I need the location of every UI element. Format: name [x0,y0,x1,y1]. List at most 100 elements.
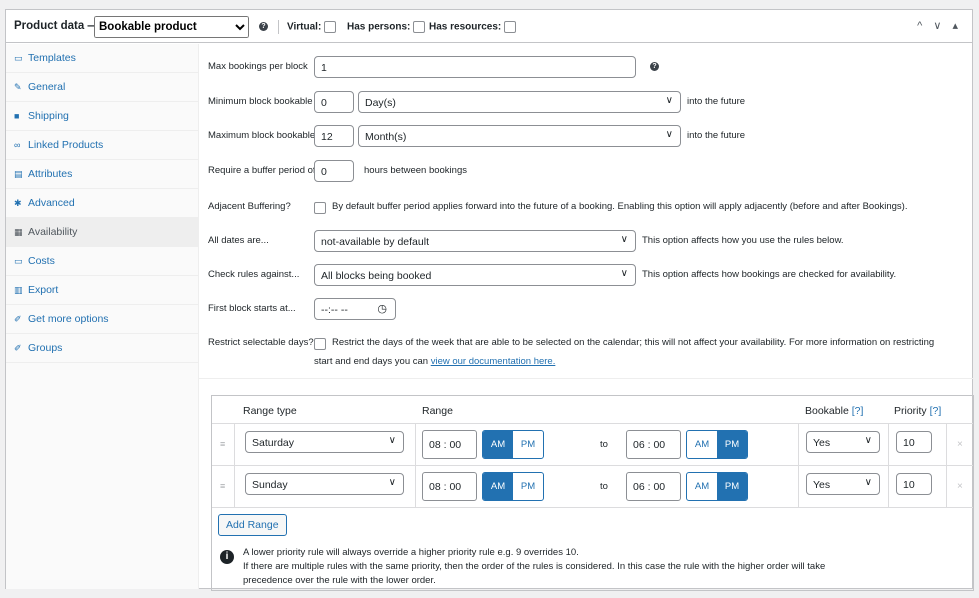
am-button[interactable]: AM [483,473,513,500]
bookable-select[interactable]: Yes ∨ [806,473,880,495]
max-block-label: Maximum block bookable [208,130,316,141]
max-bookings-input[interactable]: 1 [314,56,636,78]
wrench-icon: ✎ [14,82,22,92]
product-data-panel: Product data — Bookable product ? Virtua… [5,9,974,591]
range-type-select[interactable]: Sunday ∨ [245,473,404,495]
template-icon: ▭ [14,53,23,63]
tab-general[interactable]: ✎ General [6,73,198,102]
has-resources-checkbox[interactable] [504,21,517,33]
delete-row-icon[interactable]: × [957,439,963,450]
calendar-icon: ▦ [14,227,23,237]
truck-icon: ■ [14,111,20,121]
range-type-select[interactable]: Saturday ∨ [245,431,404,453]
bookable-select[interactable]: Yes ∨ [806,431,880,453]
to-label: to [600,439,608,450]
buffer-input[interactable]: 0 [314,160,354,182]
to-time-input[interactable]: 06 : 00 [626,472,681,501]
tab-availability[interactable]: ▦ Availability [6,218,198,247]
priority-input[interactable]: 10 [896,473,932,495]
check-rules-desc: This option affects how bookings are che… [642,269,897,280]
delete-row-icon[interactable]: × [957,481,963,492]
has-resources-option[interactable]: Has resources: [429,21,517,33]
info-icon: i [220,550,234,564]
has-persons-checkbox[interactable] [413,21,426,33]
help-icon[interactable]: ? [650,60,659,71]
restrict-days-checkbox[interactable] [314,338,326,350]
divider [234,424,235,466]
virtual-option[interactable]: Virtual: [287,21,337,33]
panel-title: Product data — [14,20,99,32]
divider [946,424,947,466]
from-time-input[interactable]: 08 : 00 [422,472,477,501]
first-block-label: First block starts at... [208,303,296,314]
product-data-tabs: ▭ Templates ✎ General ■ Shipping ∞ Linked Pr… [6,44,199,589]
tab-shipping[interactable]: ■ Shipping [6,102,198,131]
from-time-input[interactable]: 08 : 00 [422,430,477,459]
availability-panel: Max bookings per block 1 ? Minimum block… [199,44,974,591]
tab-advanced[interactable]: ✱ Advanced [6,189,198,218]
tab-attributes[interactable]: ▤ Attributes [6,160,198,189]
check-rules-select[interactable]: All blocks being booked ∨ [314,264,636,286]
documentation-link[interactable]: view our documentation here. [431,356,556,367]
divider [798,424,799,466]
to-time-input[interactable]: 06 : 00 [626,430,681,459]
priority-help-link[interactable]: [?] [930,405,942,417]
restrict-days-label: Restrict selectable days? [208,337,314,348]
to-label: to [600,481,608,492]
am-button[interactable]: AM [687,431,717,458]
priority-info: i A lower priority rule will always over… [218,546,958,588]
divider [946,466,947,508]
check-rules-label: Check rules against... [208,269,300,280]
min-block-label: Minimum block bookable [208,96,313,107]
chevron-down-icon: ∨ [864,435,872,446]
chevron-down-icon: ∨ [665,129,673,140]
from-ampm-toggle[interactable]: AM PM [482,430,544,459]
tab-templates[interactable]: ▭ Templates [6,44,198,73]
pm-button[interactable]: PM [717,473,747,500]
plug-icon: ✐ [14,314,22,324]
max-bookings-label: Max bookings per block [208,61,308,72]
from-ampm-toggle[interactable]: AM PM [482,472,544,501]
max-block-unit-select[interactable]: Month(s) ∨ [358,125,681,147]
availability-rules-table: Range type Range Bookable [?] Priority [… [211,395,974,591]
min-block-unit-select[interactable]: Day(s) ∨ [358,91,681,113]
am-button[interactable]: AM [687,473,717,500]
range-header: Range [422,405,453,417]
add-range-button[interactable]: Add Range [218,514,287,536]
min-block-input[interactable]: 0 [314,91,354,113]
first-block-time-input[interactable]: --:-- -- ◷ [314,298,396,320]
virtual-checkbox[interactable] [324,21,337,33]
to-ampm-toggle[interactable]: AM PM [686,472,748,501]
divider [415,466,416,508]
gear-icon: ✱ [14,198,22,208]
adjacent-buffering-checkbox[interactable] [314,202,326,214]
to-ampm-toggle[interactable]: AM PM [686,430,748,459]
drag-handle-icon[interactable]: ≡ [220,439,225,449]
pm-button[interactable]: PM [717,431,747,458]
product-type-select[interactable]: Bookable product [94,16,249,38]
has-persons-option[interactable]: Has persons: [347,21,426,33]
pm-button[interactable]: PM [513,431,543,458]
product-data-header: Product data — Bookable product ? Virtua… [6,10,972,43]
clock-icon: ◷ [377,303,387,315]
tab-get-more-options[interactable]: ✐ Get more options [6,305,198,334]
divider [212,507,973,508]
pm-button[interactable]: PM [513,473,543,500]
into-future-text: into the future [687,130,746,141]
drag-handle-icon[interactable]: ≡ [220,481,225,491]
max-block-input[interactable]: 12 [314,125,354,147]
link-icon: ∞ [14,140,21,150]
tab-costs[interactable]: ▭ Costs [6,247,198,276]
bookable-help-link[interactable]: [?] [852,405,864,417]
panel-toggle-arrows[interactable]: ^ ∨ ▴ [917,19,962,32]
help-icon[interactable]: ? [259,20,268,31]
priority-input[interactable]: 10 [896,431,932,453]
all-dates-select[interactable]: not-available by default ∨ [314,230,636,252]
list-icon: ▤ [14,169,23,179]
tab-export[interactable]: ▥ Export [6,276,198,305]
divider [798,466,799,508]
buffer-suffix: hours between bookings [364,165,467,176]
tab-groups[interactable]: ✐ Groups [6,334,198,363]
tab-linked-products[interactable]: ∞ Linked Products [6,131,198,160]
am-button[interactable]: AM [483,431,513,458]
